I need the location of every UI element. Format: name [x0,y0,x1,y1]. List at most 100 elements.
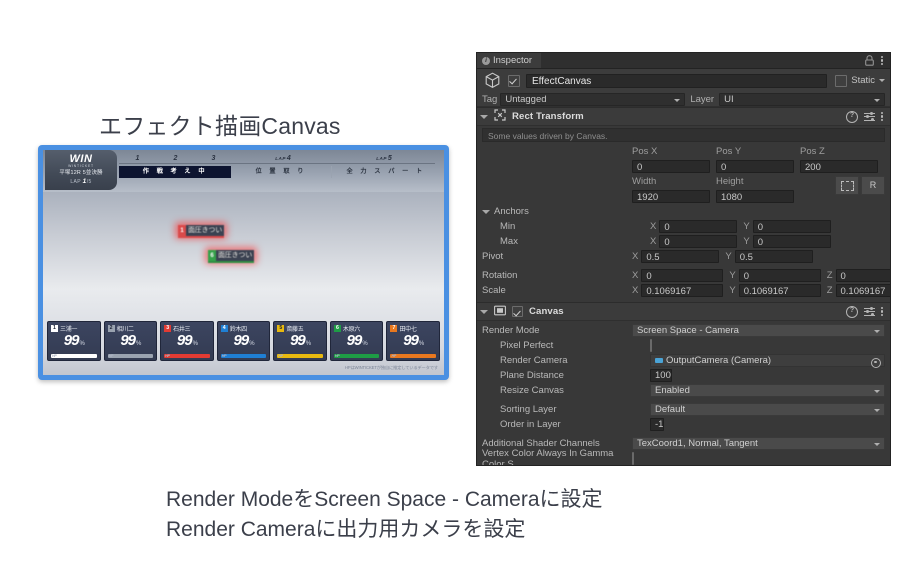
help-icon[interactable]: ? [846,110,858,123]
lap-marker-5-prefix: LAP [376,156,387,161]
object-picker-icon[interactable] [871,357,881,368]
property-label: Render Camera [500,355,568,366]
pivot-x-input[interactable]: 0.5 [641,250,720,263]
property-dropdown[interactable]: TexCoord1, Normal, Tangent [632,437,885,450]
lap-counter: LAP 1/5 [45,178,117,186]
canvas-property-row: Order in Layer -1 [482,417,885,432]
caption-line-2: Render Cameraに出力用カメラを設定 [166,518,526,541]
property-field: Enabled [650,384,885,397]
property-checkbox[interactable] [650,339,652,352]
pos-z-input[interactable]: 200 [800,160,878,173]
foldout-arrow-icon[interactable] [480,115,488,119]
player-card-head: 4 鈴木四 [220,324,267,333]
height-input[interactable]: 1080 [716,190,794,203]
player-number: 6 [333,324,341,332]
anchor-min-x-input[interactable]: 0 [659,220,738,233]
anchors-foldout-icon[interactable] [482,209,490,214]
axis-y-label: Y [743,236,750,247]
player-card: 4 鈴木四 99% HP [216,321,271,361]
preset-icon[interactable] [864,306,875,317]
tab-inspector[interactable]: i Inspector [477,53,542,68]
player-hp-bar [51,354,97,358]
lap-marker-4-prefix: LAP [275,156,286,161]
player-hp-percent: 99% [233,332,255,349]
scale-x-input[interactable]: 0.1069167 [641,284,724,297]
inspector-menu-icon[interactable] [881,55,884,66]
pos-x-input[interactable]: 0 [632,160,710,173]
player-card-head: 2 相川二 [107,324,154,333]
chevron-down-icon [874,442,880,446]
anchor-min-y-input[interactable]: 0 [752,220,831,233]
blueprint-mode-button[interactable]: R [861,176,885,195]
property-input[interactable]: 100 [650,369,672,382]
width-input[interactable]: 1920 [632,190,710,203]
anchors-foldout-row[interactable]: Anchors [482,204,885,219]
page-root: エフェクト描画Canvas 1 2 3 LAP4 LAP5 作 戦 考 え 中 … [0,0,920,576]
property-label: Render Mode [482,325,540,336]
anchor-max-y-input[interactable]: 0 [752,235,831,248]
axis-z-label: Z [826,285,833,296]
canvas-property-row: Render Camera OutputCamera (Camera) [482,353,885,368]
player-hp-bar [390,354,437,358]
property-label: Resize Canvas [500,385,564,396]
chevron-down-icon [874,389,880,393]
axis-x-label: X [650,236,657,247]
gameobject-enabled-checkbox[interactable] [508,74,520,87]
phase-1: 作 戦 考 え 中 [119,166,232,178]
player-card-list: 1 三浦一 99% HP 2 相川二 99% HP 3 石井三 99% HP 4 鈴木四 99% HP 5 斎藤五… [47,321,441,361]
axis-z-label: Z [826,270,833,281]
help-icon[interactable]: ? [846,305,858,318]
property-dropdown[interactable]: Enabled [650,384,885,397]
tag-dropdown[interactable]: Untagged [500,92,686,106]
canvas-enabled-checkbox[interactable] [512,306,523,317]
info-icon: i [482,56,490,65]
rect-transform-header[interactable]: Rect Transform ? [477,107,890,126]
anchor-preset-button[interactable] [835,176,859,195]
static-checkbox[interactable] [835,74,848,87]
scale-y-input[interactable]: 0.1069167 [738,284,821,297]
object-reference-field[interactable]: OutputCamera (Camera) [650,354,885,368]
driven-note: Some values driven by Canvas. [482,128,885,142]
unity-inspector-window: i Inspector EffectCanvas Static Tag Unta… [476,52,891,466]
foldout-arrow-icon[interactable] [480,310,488,314]
axis-y-label: Y [725,251,732,262]
lap-marker-5: LAP5 [334,155,435,164]
pos-y-input[interactable]: 0 [716,160,794,173]
player-card-head: 7 田中七 [390,324,436,333]
player-card: 6 木原六 99% HP [329,321,384,361]
scale-z-input[interactable]: 0.1069167 [835,284,890,297]
effect-label-1-text: 面圧きつい [186,225,224,236]
pivot-y-input[interactable]: 0.5 [734,250,813,263]
property-checkbox[interactable] [632,452,634,465]
player-number: 2 [107,324,115,332]
player-card: 7 田中七 99% HP [386,321,441,361]
caption-effect-canvas: エフェクト描画Canvas [99,113,341,139]
layer-dropdown[interactable]: UI [719,92,885,106]
canvas-property-row: Pixel Perfect [482,338,885,353]
rotation-x-input[interactable]: 0 [641,269,724,282]
canvas-component-header[interactable]: Canvas ? [477,302,890,321]
player-number: 4 [220,324,228,332]
rect-transform-body: R Pos X Pos Y Pos Z 0 0 200 Width Height [477,142,890,302]
preset-icon[interactable] [864,111,875,122]
canvas-properties: Render Mode Screen Space - Camera Pixel Pe… [477,321,890,465]
gameobject-name-input[interactable]: EffectCanvas [526,73,828,88]
lap-marker-1-label: 1 [135,155,141,162]
size-values-row: 1920 1080 [482,189,885,204]
caption-instructions: Render ModeをScreen Space - Cameraに設定 Ren… [166,485,603,545]
canvas-property-row: Vertex Color Always In Gamma Color S [482,448,885,465]
property-dropdown[interactable]: Default [650,403,885,416]
rotation-y-input[interactable]: 0 [738,269,821,282]
property-value: Enabled [655,385,690,396]
property-input[interactable]: -1 [650,418,665,431]
property-dropdown[interactable]: Screen Space - Camera [632,324,885,337]
anchor-max-x-input[interactable]: 0 [659,235,738,248]
component-menu-icon[interactable] [881,306,884,317]
rotation-label: Rotation [482,270,518,281]
pos-x-header: Pos X [632,145,658,157]
axis-y-label: Y [729,270,736,281]
static-dropdown-icon[interactable] [879,79,885,82]
rotation-z-input[interactable]: 0 [835,269,890,282]
component-menu-icon[interactable] [881,111,884,122]
lock-icon[interactable] [865,55,874,66]
